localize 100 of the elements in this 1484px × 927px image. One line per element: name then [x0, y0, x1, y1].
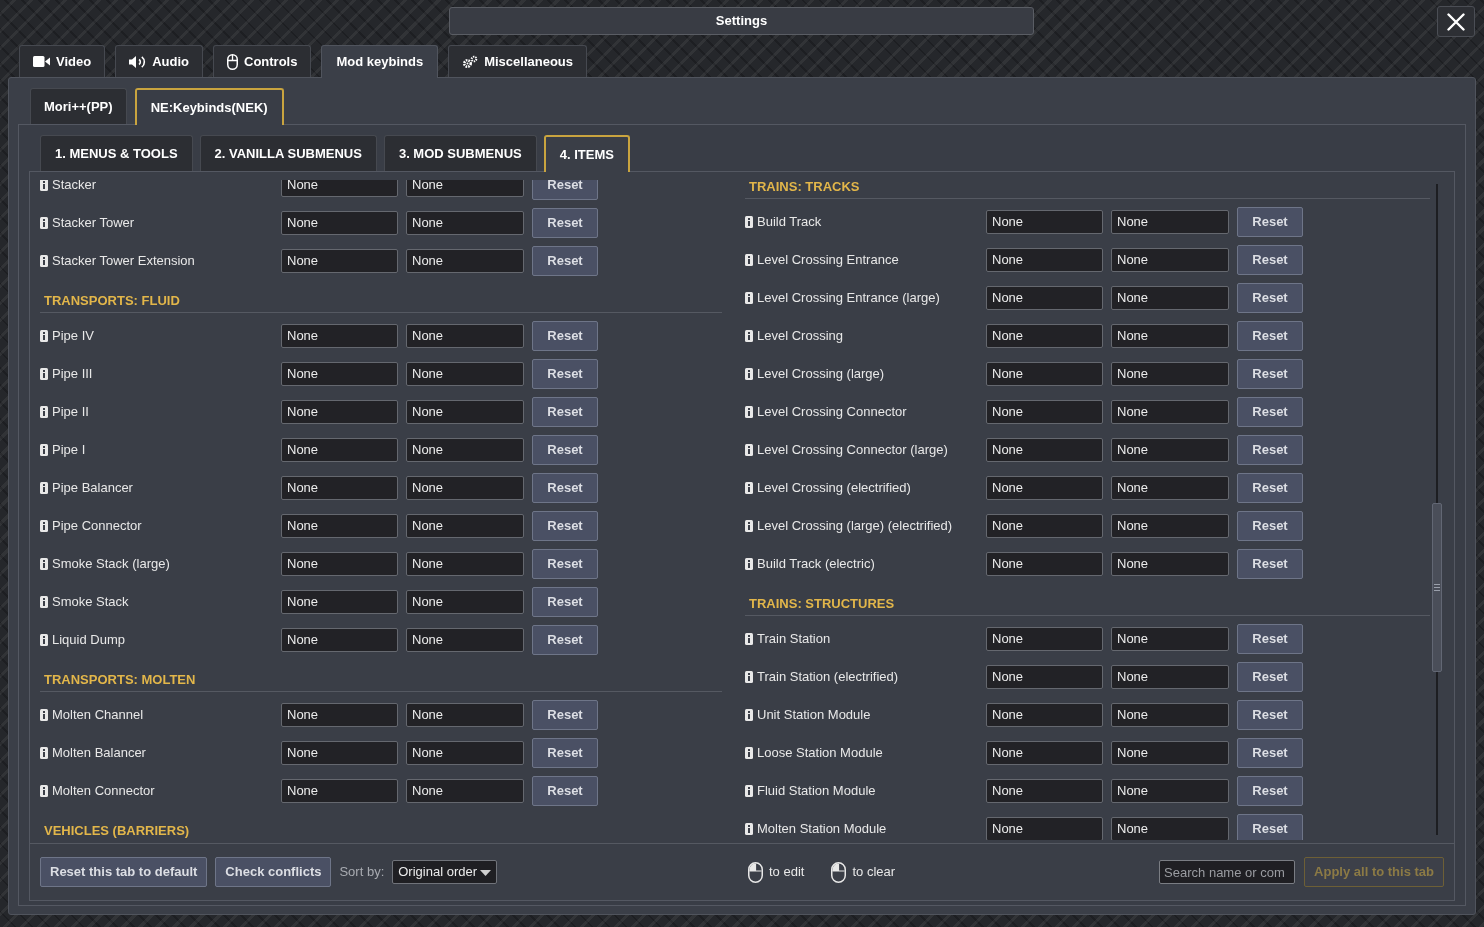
reset-button[interactable]: Reset [532, 321, 598, 351]
reset-button[interactable]: Reset [1237, 397, 1303, 427]
settings-tab[interactable]: Video [19, 45, 106, 77]
keybind-field[interactable]: None [1111, 400, 1229, 424]
keybind-field[interactable]: None [281, 476, 398, 500]
scrollbar-thumb[interactable] [1432, 503, 1442, 672]
keybind-field[interactable]: None [406, 400, 524, 424]
keybind-field[interactable]: None [406, 324, 524, 348]
reset-button[interactable]: Reset [532, 625, 598, 655]
keybind-field[interactable]: None [406, 211, 524, 235]
reset-button[interactable]: Reset [532, 435, 598, 465]
reset-button[interactable]: Reset [532, 549, 598, 579]
reset-button[interactable]: Reset [532, 587, 598, 617]
keybind-field[interactable]: None [406, 476, 524, 500]
keybind-field[interactable]: None [986, 741, 1103, 765]
reset-button[interactable]: Reset [1237, 283, 1303, 313]
keybind-field[interactable]: None [406, 514, 524, 538]
reset-button[interactable]: Reset [1237, 662, 1303, 692]
reset-button[interactable]: Reset [1237, 321, 1303, 351]
keybind-field[interactable]: None [986, 210, 1103, 234]
settings-tab[interactable]: Miscellaneous [448, 45, 587, 77]
keybind-field[interactable]: None [1111, 286, 1229, 310]
check-conflicts-button[interactable]: Check conflicts [215, 857, 332, 887]
keybind-field[interactable]: None [986, 627, 1103, 651]
keybind-field[interactable]: None [986, 438, 1103, 462]
keybind-field[interactable]: None [986, 665, 1103, 689]
keybind-field[interactable]: None [986, 476, 1103, 500]
keybind-field[interactable]: None [1111, 665, 1229, 689]
keybind-field[interactable]: None [406, 628, 524, 652]
category-tab[interactable]: 4. ITEMS [543, 135, 630, 172]
keybind-field[interactable]: None [406, 180, 524, 197]
reset-button[interactable]: Reset [1237, 624, 1303, 654]
keybind-field[interactable]: None [1111, 438, 1229, 462]
keybind-field[interactable]: None [1111, 362, 1229, 386]
category-tab[interactable]: 2. VANILLA SUBMENUS [199, 135, 377, 171]
keybind-field[interactable]: None [281, 211, 398, 235]
sort-dropdown[interactable]: Original order [392, 860, 497, 884]
keybind-field[interactable]: None [1111, 552, 1229, 576]
keybind-field[interactable]: None [281, 400, 398, 424]
reset-button[interactable]: Reset [1237, 245, 1303, 275]
keybind-field[interactable]: None [986, 779, 1103, 803]
keybind-field[interactable]: None [1111, 210, 1229, 234]
keybind-field[interactable]: None [1111, 248, 1229, 272]
settings-tab[interactable]: Controls [213, 45, 312, 77]
keybind-field[interactable]: None [1111, 817, 1229, 840]
settings-tab[interactable]: Mod keybinds [321, 45, 439, 78]
settings-tab[interactable]: Audio [115, 45, 203, 77]
reset-button[interactable]: Reset [1237, 814, 1303, 840]
keybind-field[interactable]: None [281, 779, 398, 803]
keybind-field[interactable]: None [406, 741, 524, 765]
mod-tab[interactable]: NE:Keybinds(NEK) [134, 88, 284, 125]
keybind-field[interactable]: None [986, 248, 1103, 272]
mod-tab[interactable]: Mori++(PP) [30, 88, 127, 124]
keybind-field[interactable]: None [986, 514, 1103, 538]
keybind-field[interactable]: None [406, 438, 524, 462]
keybind-field[interactable]: None [986, 286, 1103, 310]
keybind-field[interactable]: None [986, 817, 1103, 840]
keybind-field[interactable]: None [281, 438, 398, 462]
keybind-field[interactable]: None [281, 514, 398, 538]
reset-button[interactable]: Reset [532, 180, 598, 200]
keybind-field[interactable]: None [281, 249, 398, 273]
reset-tab-button[interactable]: Reset this tab to default [40, 857, 208, 887]
reset-button[interactable]: Reset [1237, 435, 1303, 465]
close-button[interactable] [1437, 6, 1475, 37]
keybind-field[interactable]: None [281, 324, 398, 348]
reset-button[interactable]: Reset [532, 776, 598, 806]
keybind-field[interactable]: None [406, 779, 524, 803]
keybind-field[interactable]: None [281, 590, 398, 614]
keybind-field[interactable]: None [986, 703, 1103, 727]
reset-button[interactable]: Reset [1237, 511, 1303, 541]
keybind-field[interactable]: None [406, 703, 524, 727]
keybind-field[interactable]: None [1111, 476, 1229, 500]
reset-button[interactable]: Reset [1237, 776, 1303, 806]
keybind-field[interactable]: None [986, 324, 1103, 348]
keybind-field[interactable]: None [281, 741, 398, 765]
reset-button[interactable]: Reset [532, 473, 598, 503]
category-tab[interactable]: 3. MOD SUBMENUS [383, 135, 537, 171]
keybind-field[interactable]: None [406, 362, 524, 386]
keybind-field[interactable]: None [1111, 741, 1229, 765]
reset-button[interactable]: Reset [1237, 549, 1303, 579]
reset-button[interactable]: Reset [1237, 359, 1303, 389]
keybind-field[interactable]: None [281, 362, 398, 386]
reset-button[interactable]: Reset [1237, 473, 1303, 503]
search-field[interactable]: Search name or com [1159, 860, 1296, 884]
keybind-field[interactable]: None [406, 590, 524, 614]
keybind-field[interactable]: None [986, 552, 1103, 576]
reset-button[interactable]: Reset [532, 208, 598, 238]
keybind-field[interactable]: None [1111, 703, 1229, 727]
keybind-field[interactable]: None [281, 703, 398, 727]
keybind-field[interactable]: None [406, 249, 524, 273]
keybind-field[interactable]: None [986, 362, 1103, 386]
reset-button[interactable]: Reset [532, 511, 598, 541]
reset-button[interactable]: Reset [1237, 207, 1303, 237]
reset-button[interactable]: Reset [1237, 700, 1303, 730]
keybind-field[interactable]: None [1111, 324, 1229, 348]
keybind-field[interactable]: None [281, 628, 398, 652]
keybind-field[interactable]: None [986, 400, 1103, 424]
keybind-field[interactable]: None [281, 180, 398, 197]
keybind-field[interactable]: None [1111, 627, 1229, 651]
keybind-field[interactable]: None [1111, 779, 1229, 803]
